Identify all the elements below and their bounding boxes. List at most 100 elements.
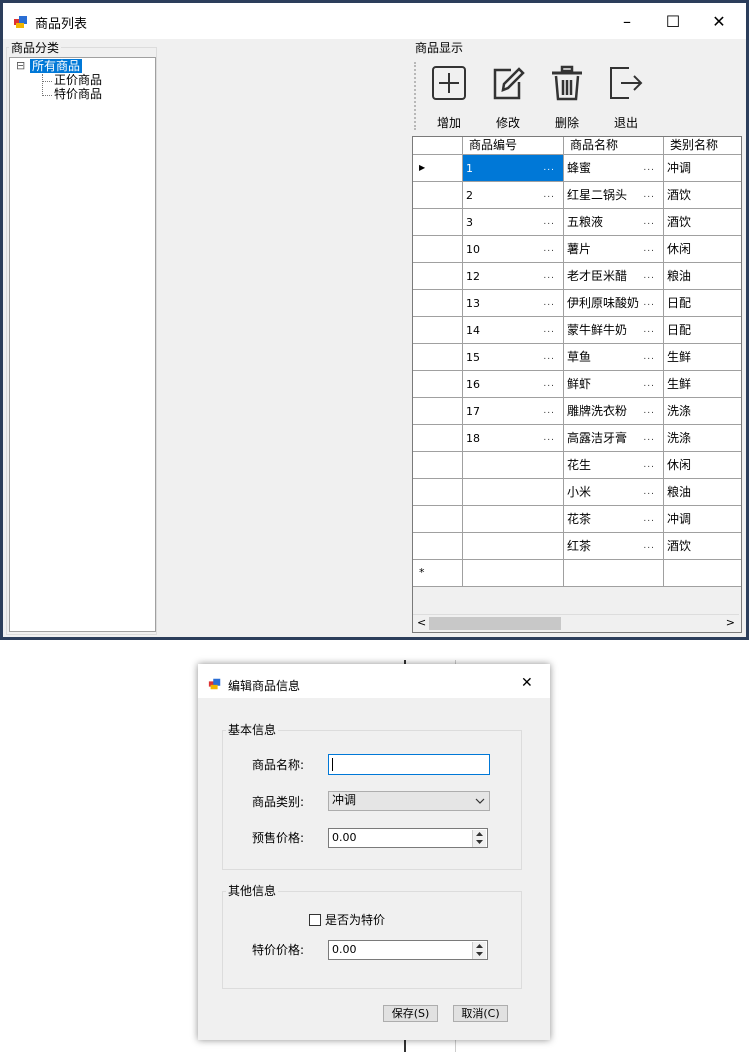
table-row[interactable]: 18... 高露洁牙膏... 洗涤 <box>413 425 741 452</box>
table-row[interactable]: 12... 老才臣米醋... 粮油 <box>413 263 741 290</box>
cell-id[interactable] <box>463 560 564 587</box>
row-header[interactable] <box>413 533 463 560</box>
cell-category[interactable]: 酒饮 <box>664 533 741 560</box>
scroll-thumb[interactable] <box>429 617 561 630</box>
column-header-name[interactable]: 商品名称 <box>564 137 664 155</box>
row-header[interactable] <box>413 236 463 263</box>
table-row[interactable]: 13... 伊利原味酸奶... 日配 <box>413 290 741 317</box>
table-row[interactable]: 小米... 粮油 <box>413 479 741 506</box>
ellipsis-button[interactable]: ... <box>643 236 655 262</box>
cell-name[interactable]: 小米... <box>564 479 664 506</box>
cell-id[interactable]: 16... <box>463 371 564 398</box>
table-row[interactable]: 2... 红星二锅头... 酒饮 <box>413 182 741 209</box>
cell-name[interactable]: 蜂蜜... <box>564 155 664 182</box>
cell-id[interactable]: 15... <box>463 344 564 371</box>
row-header[interactable] <box>413 263 463 290</box>
cell-id[interactable]: 1... <box>463 155 564 182</box>
cell-category[interactable]: 生鲜 <box>664 371 741 398</box>
cell-category[interactable]: 休闲 <box>664 452 741 479</box>
exit-button[interactable]: 退出 <box>601 64 651 134</box>
row-header[interactable]: * <box>413 560 463 587</box>
cell-id[interactable]: 3... <box>463 209 564 236</box>
special-checkbox-label[interactable]: 是否为特价 <box>325 911 385 928</box>
collapse-icon[interactable]: ⊟ <box>16 59 25 72</box>
special-checkbox[interactable] <box>309 914 321 926</box>
ellipsis-button[interactable]: ... <box>543 236 555 262</box>
ellipsis-button[interactable]: ... <box>643 290 655 316</box>
cell-name[interactable]: 伊利原味酸奶... <box>564 290 664 317</box>
ellipsis-button[interactable]: ... <box>543 209 555 235</box>
cell-category[interactable]: 休闲 <box>664 236 741 263</box>
grid-new-row[interactable]: * <box>413 560 741 587</box>
cell-id[interactable] <box>463 452 564 479</box>
cell-category[interactable] <box>664 560 741 587</box>
table-row[interactable]: 16... 鲜虾... 生鲜 <box>413 371 741 398</box>
row-header[interactable] <box>413 344 463 371</box>
name-input[interactable] <box>328 754 490 775</box>
ellipsis-button[interactable]: ... <box>643 452 655 478</box>
delete-button[interactable]: 删除 <box>542 64 592 134</box>
table-row[interactable]: 花生... 休闲 <box>413 452 741 479</box>
tree-node-regular-products[interactable]: 正价商品 <box>54 73 102 87</box>
ellipsis-button[interactable]: ... <box>643 371 655 397</box>
ellipsis-button[interactable]: ... <box>643 182 655 208</box>
tree-node-all-products[interactable]: 所有商品 <box>30 59 83 73</box>
cell-category[interactable]: 冲调 <box>664 155 741 182</box>
row-header[interactable] <box>413 371 463 398</box>
spin-down-icon[interactable] <box>476 952 483 956</box>
cell-id[interactable]: 13... <box>463 290 564 317</box>
column-header-id[interactable]: 商品编号 <box>463 137 564 155</box>
table-row[interactable]: 红茶... 酒饮 <box>413 533 741 560</box>
add-button[interactable]: 增加 <box>424 64 474 134</box>
cell-id[interactable]: 18... <box>463 425 564 452</box>
scroll-right-icon[interactable]: > <box>726 616 735 629</box>
special-price-input[interactable]: 0.00 <box>328 940 488 960</box>
ellipsis-button[interactable]: ... <box>643 209 655 235</box>
row-header[interactable] <box>413 479 463 506</box>
scroll-left-icon[interactable]: < <box>417 616 426 629</box>
cell-id[interactable] <box>463 506 564 533</box>
ellipsis-button[interactable]: ... <box>543 290 555 316</box>
horizontal-scrollbar[interactable]: < > <box>413 614 739 632</box>
close-button[interactable]: ✕ <box>696 3 742 39</box>
spin-up-icon[interactable] <box>476 944 483 948</box>
cell-id[interactable]: 14... <box>463 317 564 344</box>
cell-name[interactable]: 红星二锅头... <box>564 182 664 209</box>
cell-name[interactable]: 老才臣米醋... <box>564 263 664 290</box>
ellipsis-button[interactable]: ... <box>643 533 655 559</box>
cell-id[interactable]: 10... <box>463 236 564 263</box>
cell-name[interactable]: 薯片... <box>564 236 664 263</box>
ellipsis-button[interactable]: ... <box>543 155 555 181</box>
cell-category[interactable]: 洗涤 <box>664 398 741 425</box>
ellipsis-button[interactable]: ... <box>543 344 555 370</box>
table-row[interactable]: 花茶... 冲调 <box>413 506 741 533</box>
maximize-button[interactable]: ☐ <box>650 3 696 39</box>
cancel-button[interactable]: 取消(C) <box>453 1005 508 1022</box>
ellipsis-button[interactable]: ... <box>643 155 655 181</box>
cell-name[interactable]: 高露洁牙膏... <box>564 425 664 452</box>
spin-down-icon[interactable] <box>476 840 483 844</box>
cell-name[interactable]: 草鱼... <box>564 344 664 371</box>
tree-node-special-products[interactable]: 特价商品 <box>54 87 102 101</box>
cell-name[interactable]: 蒙牛鲜牛奶... <box>564 317 664 344</box>
cell-category[interactable]: 日配 <box>664 317 741 344</box>
cell-id[interactable]: 2... <box>463 182 564 209</box>
row-header[interactable] <box>413 398 463 425</box>
cell-name[interactable]: 花生... <box>564 452 664 479</box>
ellipsis-button[interactable]: ... <box>643 479 655 505</box>
ellipsis-button[interactable]: ... <box>643 317 655 343</box>
table-row[interactable]: 15... 草鱼... 生鲜 <box>413 344 741 371</box>
edit-button[interactable]: 修改 <box>483 64 533 134</box>
table-row[interactable]: 14... 蒙牛鲜牛奶... 日配 <box>413 317 741 344</box>
save-button[interactable]: 保存(S) <box>383 1005 438 1022</box>
ellipsis-button[interactable]: ... <box>543 425 555 451</box>
ellipsis-button[interactable]: ... <box>543 371 555 397</box>
ellipsis-button[interactable]: ... <box>543 317 555 343</box>
cell-id[interactable]: 17... <box>463 398 564 425</box>
ellipsis-button[interactable]: ... <box>643 344 655 370</box>
presale-price-input[interactable]: 0.00 <box>328 828 488 848</box>
cell-id[interactable] <box>463 533 564 560</box>
cell-category[interactable]: 生鲜 <box>664 344 741 371</box>
presale-price-spinner[interactable] <box>472 830 486 847</box>
row-header[interactable] <box>413 182 463 209</box>
